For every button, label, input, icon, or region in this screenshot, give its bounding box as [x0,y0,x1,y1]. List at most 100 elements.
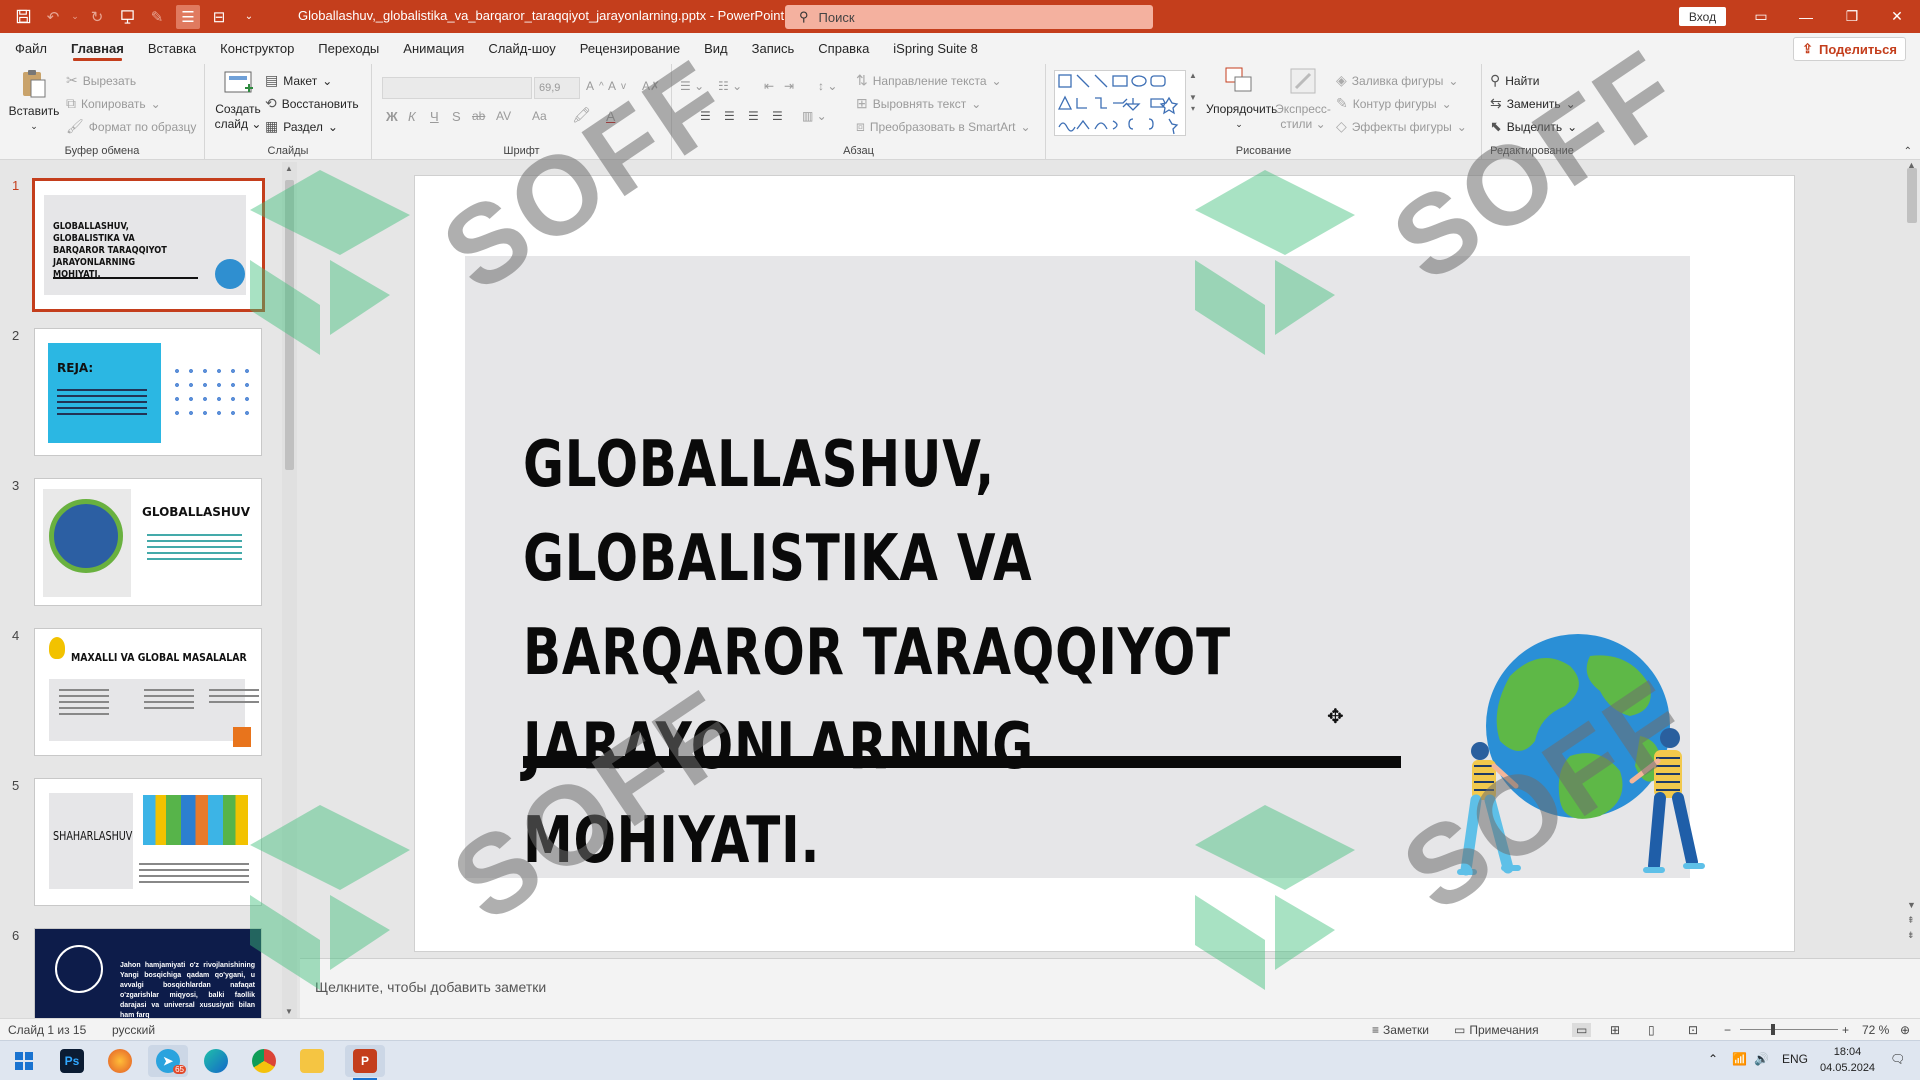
find-button[interactable]: ⚲ Найти [1490,72,1540,89]
zoom-out-icon[interactable]: − [1724,1023,1731,1037]
replace-button[interactable]: ⇆ Заменить ⌄ [1490,95,1576,112]
tab-home[interactable]: Главная [59,33,136,64]
format-painter-button[interactable]: 🖌 Формат по образцу [66,118,196,135]
reading-view-button[interactable]: ▯ [1648,1023,1655,1037]
slide-thumbnail-1[interactable]: GLOBALLASHUV, GLOBALISTIKA VA BARQAROR T… [32,178,265,312]
increase-indent-icon[interactable]: ⇥ [784,79,794,93]
cut-button[interactable]: ✂ Вырезать [66,72,136,89]
taskbar-photoshop[interactable]: Ps [52,1045,92,1077]
shapes-scroll[interactable]: ▲ ▼ ▾ [1188,70,1198,136]
taskbar-chrome[interactable] [244,1045,284,1077]
thumbnail-scroll-thumb[interactable] [285,180,294,470]
ribbon-display-icon[interactable]: ▭ [1738,0,1784,33]
ink-icon[interactable]: ✎ [142,0,172,33]
copy-button[interactable]: ⧉ Копировать ⌄ [66,95,161,112]
numbering-icon[interactable]: ☷ ⌄ [718,79,742,93]
select-button[interactable]: ⬉ Выделить ⌄ [1490,118,1577,135]
notes-pane[interactable]: Щелкните, чтобы добавить заметки [300,958,1920,1019]
justify-icon[interactable]: ☰ [772,109,783,123]
clock[interactable]: 18:04 04.05.2024 [1820,1044,1875,1076]
slide-thumbnail-3[interactable]: GLOBALLASHUV [34,478,262,606]
decrease-indent-icon[interactable]: ⇤ [764,79,774,93]
new-slide-button[interactable]: Создать слайд ⌄ [213,68,263,132]
section-button[interactable]: ▦ Раздел ⌄ [265,118,338,135]
zoom-in-icon[interactable]: + [1842,1023,1849,1037]
tab-design[interactable]: Конструктор [208,33,306,64]
italic-button[interactable]: К [408,109,416,124]
tab-file[interactable]: Файл [3,33,59,64]
input-language[interactable]: ENG [1782,1052,1808,1066]
next-slide-icon[interactable]: ⇟ [1907,930,1915,941]
close-icon[interactable]: ✕ [1874,0,1920,33]
volume-icon[interactable]: 🔊 [1754,1052,1769,1066]
font-color-icon[interactable]: A [606,108,615,124]
previous-slide-icon[interactable]: ⇞ [1907,915,1915,926]
search-input[interactable]: ⚲ Поиск [785,5,1153,29]
fit-slide-icon[interactable]: ⊕ [1900,1023,1910,1037]
strikethrough-button[interactable]: ab [472,109,485,123]
clear-format-icon[interactable]: A✗ [642,79,660,93]
shape-fill-button[interactable]: ◈ Заливка фигуры ⌄ [1336,72,1458,89]
shapes-gallery[interactable] [1054,70,1186,136]
taskbar-file-explorer[interactable] [292,1045,332,1077]
zoom-slider-thumb[interactable] [1771,1024,1775,1035]
present-from-start-icon[interactable] [112,0,142,33]
char-spacing-button[interactable]: AV [496,109,511,123]
slide-sorter-button[interactable]: ⊞ [1610,1023,1620,1037]
save-icon[interactable] [8,0,38,33]
shape-outline-button[interactable]: ✎ Контур фигуры ⌄ [1336,95,1452,112]
taskbar-telegram[interactable]: ➤ 65 [148,1045,188,1077]
start-button[interactable] [4,1045,44,1077]
grow-font-icon[interactable]: A ^ [586,79,604,93]
slide-title[interactable]: GLOBALLASHUV, GLOBALISTIKA VA BARQAROR T… [523,418,1303,888]
undo-dropdown-icon[interactable]: ⌄ [68,0,82,33]
paste-button[interactable]: Вставить ⌄ [8,68,60,134]
smartart-button[interactable]: ⧈ Преобразовать в SmartArt ⌄ [856,118,1031,135]
signin-button[interactable]: Вход [1679,7,1726,26]
current-slide[interactable]: GLOBALLASHUV, GLOBALISTIKA VA BARQAROR T… [414,175,1795,952]
shape-effects-button[interactable]: ◇ Эффекты фигуры ⌄ [1336,118,1467,135]
text-direction-button[interactable]: ⇅ Направление текста ⌄ [856,72,1002,89]
notifications-icon[interactable]: 🗨 [1890,1052,1905,1066]
customize-qat-icon[interactable]: ⌄ [234,0,264,33]
tab-insert[interactable]: Вставка [136,33,208,64]
align-center-icon[interactable]: ☰ [724,109,735,123]
editor-scroll-thumb[interactable] [1907,168,1917,223]
comments-toggle-button[interactable]: ▭ Примечания [1454,1023,1539,1037]
tab-review[interactable]: Рецензирование [568,33,692,64]
tab-transitions[interactable]: Переходы [306,33,391,64]
change-case-button[interactable]: Aa [532,109,547,123]
shadow-button[interactable]: S [452,109,461,124]
underline-button[interactable]: Ч [430,109,439,124]
slide-thumbnail-4[interactable]: MAXALLI VA GLOBAL MASALALAR [34,628,262,756]
align-text-button[interactable]: ⊞ Выровнять текст ⌄ [856,95,981,112]
redo-icon[interactable]: ↻ [82,0,112,33]
bullets-icon[interactable]: ☰ ⌄ [680,79,704,93]
arrange-button[interactable]: Упорядочить ⌄ [1206,64,1277,132]
thumbnail-scrollbar[interactable]: ▲ ▼ [282,162,297,1018]
slide-thumbnail-6[interactable]: Jahon hamjamiyati o'z rivojlanishining Y… [34,928,262,1018]
editor-scrollbar[interactable]: ▲ ▼ ⇞ ⇟ [1904,160,1920,958]
taskbar-edge[interactable] [196,1045,236,1077]
tab-view[interactable]: Вид [692,33,740,64]
notes-toggle-button[interactable]: ≡ Заметки [1372,1023,1429,1037]
columns-icon[interactable]: ▥ ⌄ [802,109,827,123]
collapse-ribbon-icon[interactable]: ⌃ [1904,146,1912,157]
quick-styles-button[interactable]: Экспресс- стили ⌄ [1272,64,1334,132]
reset-button[interactable]: ⟲ Восстановить [265,95,359,112]
tab-record[interactable]: Запись [740,33,807,64]
align-right-icon[interactable]: ☰ [748,109,759,123]
tab-slideshow[interactable]: Слайд-шоу [476,33,567,64]
font-name-input[interactable] [382,77,532,99]
outline-view-icon[interactable]: ⊟ [204,0,234,33]
highlight-icon[interactable]: 🖍 [572,106,591,124]
normal-view-icon[interactable]: ☰ [176,4,200,29]
wifi-icon[interactable]: 📶 [1732,1052,1747,1066]
tab-help[interactable]: Справка [806,33,881,64]
font-size-input[interactable]: 69,9 [534,77,580,99]
tab-animations[interactable]: Анимация [391,33,476,64]
taskbar-firefox[interactable] [100,1045,140,1077]
share-button[interactable]: ⇪ Поделиться [1793,37,1906,61]
minimize-icon[interactable]: — [1783,0,1829,33]
language-indicator[interactable]: русский [112,1023,155,1037]
